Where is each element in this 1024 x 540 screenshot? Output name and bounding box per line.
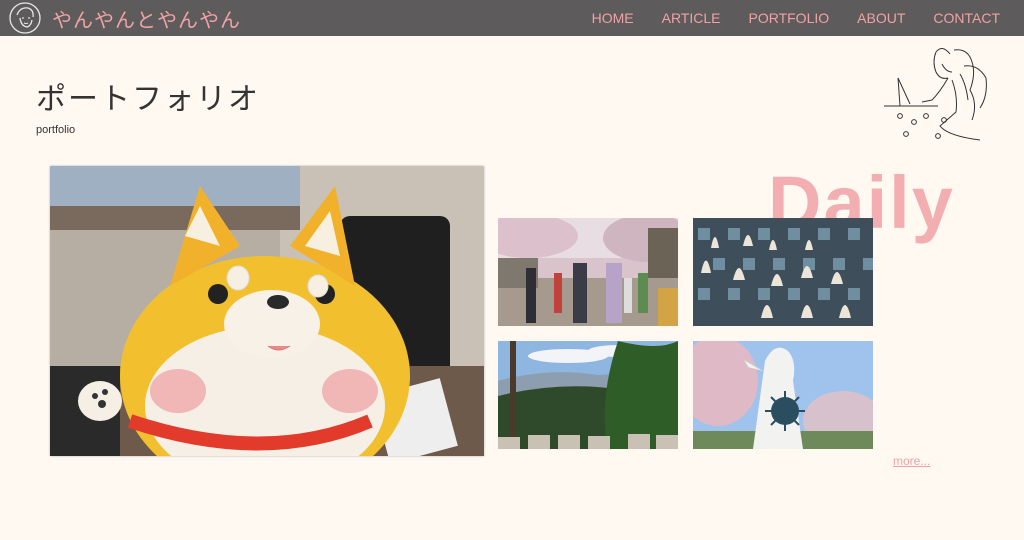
photo-cherry-blossom-crowd[interactable] (498, 218, 678, 326)
photo-tower-of-the-sun[interactable] (693, 341, 873, 449)
main-nav: HOME ARTICLE PORTFOLIO ABOUT CONTACT (592, 0, 1000, 36)
nav-home[interactable]: HOME (592, 10, 634, 26)
logo[interactable]: やんやんとやんやん (8, 0, 241, 36)
nav-contact[interactable]: CONTACT (933, 10, 1000, 26)
photo-chess-pieces[interactable] (693, 218, 873, 326)
site-title[interactable]: やんやんとやんやん (52, 4, 241, 33)
nav-article[interactable]: ARTICLE (662, 10, 721, 26)
face-logo-icon (9, 2, 41, 34)
photo-forest-view[interactable] (498, 341, 678, 449)
page-subtitle: portfolio (36, 124, 76, 136)
site-header: やんやんとやんやん HOME ARTICLE PORTFOLIO ABOUT C… (0, 0, 1024, 36)
person-with-laptop-illustration (884, 48, 987, 141)
nav-portfolio[interactable]: PORTFOLIO (748, 10, 829, 26)
page-title: ポートフォリオ (36, 82, 260, 117)
nav-about[interactable]: ABOUT (857, 10, 905, 26)
more-link[interactable]: more... (893, 454, 930, 468)
featured-photo-shiba-plush[interactable] (50, 166, 484, 456)
